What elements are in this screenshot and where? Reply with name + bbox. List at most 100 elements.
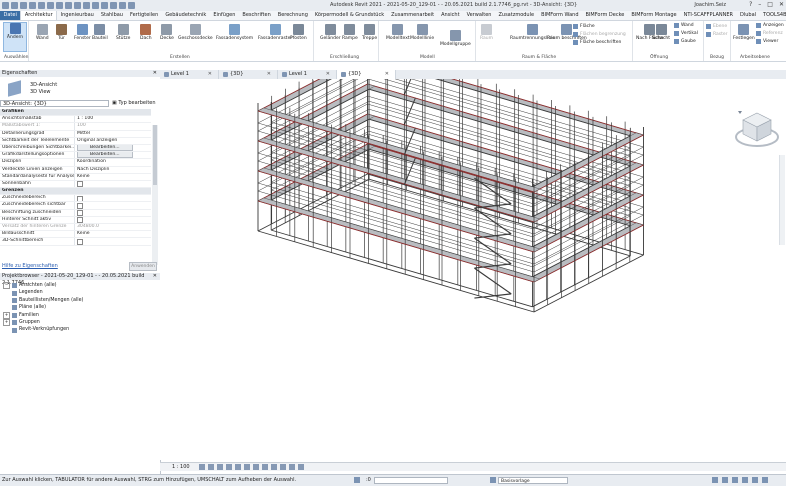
edit-type-button[interactable]: ▣ Typ bearbeiten <box>112 100 156 107</box>
flächen-begrenzung-button[interactable]: Flächen begrenzung <box>573 32 626 37</box>
rampe-button[interactable]: Rampe <box>342 24 358 41</box>
redo-icon[interactable] <box>38 2 45 9</box>
scaffold-ledger[interactable] <box>532 255 631 308</box>
ladder[interactable] <box>403 97 416 125</box>
sun-path-icon[interactable] <box>216 464 223 470</box>
tab-ansicht[interactable]: Ansicht <box>438 11 463 20</box>
drawing-area[interactable] <box>160 46 786 460</box>
instance-filter-select[interactable]: 3D-Ansicht: {3D} <box>0 100 109 107</box>
property-checkbox[interactable] <box>77 238 83 245</box>
design-options-icon[interactable] <box>490 477 496 483</box>
viewer-button[interactable]: Viewer <box>756 39 778 44</box>
browser-item[interactable]: Legenden <box>0 289 160 296</box>
save-icon[interactable] <box>11 2 18 9</box>
fläche-beschriften-button[interactable]: Fläche beschriften <box>573 40 621 45</box>
bauteil-button[interactable]: Bauteil <box>92 24 108 41</box>
wand-button[interactable]: Wand <box>36 24 49 41</box>
view-tab[interactable]: {3D} ✕ <box>219 70 278 79</box>
collapse-icon[interactable]: − <box>3 282 10 290</box>
dach-button[interactable]: Dach <box>140 24 152 41</box>
browser-item[interactable]: + Gruppen <box>0 319 160 327</box>
tab-einfügen[interactable]: Einfügen <box>210 11 239 20</box>
edit-button[interactable]: Bearbeiten... <box>77 144 133 151</box>
scaffold-ledger[interactable] <box>257 200 535 283</box>
browser-item[interactable]: Pläne (alle) <box>0 304 160 311</box>
browser-item[interactable]: − Ansichten (alle) <box>0 282 160 290</box>
properties-scrollbar[interactable] <box>152 125 158 265</box>
property-value[interactable] <box>74 216 151 223</box>
tab-nti-scaffplanner[interactable]: NTI-SCAFFPLANNER <box>680 11 736 20</box>
scaffold-3d-model[interactable] <box>160 46 786 460</box>
anzeigen-button[interactable]: Anzeigen <box>756 23 784 28</box>
thin-lines-icon[interactable] <box>110 2 117 9</box>
property-value[interactable]: 100 <box>74 123 151 130</box>
decke-button[interactable]: Decke <box>160 24 174 41</box>
property-value[interactable]: 1 : 100 <box>74 116 151 123</box>
lock-view-icon[interactable] <box>261 464 268 470</box>
select-links-icon[interactable] <box>712 477 718 483</box>
property-value[interactable] <box>74 238 151 245</box>
tag-icon[interactable] <box>74 2 81 9</box>
fassadenraster-button[interactable]: Fassadenraster <box>258 24 292 41</box>
analytical-model-icon[interactable] <box>297 464 304 470</box>
edit-button[interactable]: Bearbeiten... <box>77 152 133 159</box>
property-section[interactable]: Grenzen <box>0 188 151 196</box>
modelllinie-button[interactable]: Modelllinie <box>410 24 434 41</box>
property-value[interactable]: 304800.0 <box>74 224 151 231</box>
detail-level-icon[interactable] <box>198 464 205 470</box>
show-crop-icon[interactable] <box>252 464 259 470</box>
print-icon[interactable] <box>47 2 54 9</box>
close-icon[interactable]: ✕ <box>267 70 271 79</box>
stütze-button[interactable]: Stütze <box>116 24 130 41</box>
open-icon[interactable] <box>2 2 9 9</box>
geschossdecke-button[interactable]: Geschossdecke <box>178 24 213 41</box>
tab-stahlbau[interactable]: Stahlbau <box>97 11 126 20</box>
property-value[interactable]: Bearbeiten... <box>74 144 151 152</box>
tab-verwalten[interactable]: Verwalten <box>463 11 495 20</box>
tab-fertigteilen[interactable]: Fertigteilen <box>126 11 161 20</box>
property-checkbox[interactable] <box>77 195 83 202</box>
dimension-icon[interactable] <box>65 2 72 9</box>
hide-isolate-icon[interactable] <box>270 464 277 470</box>
measure-icon[interactable] <box>56 2 63 9</box>
property-value[interactable]: Nach Disziplin <box>74 166 151 173</box>
tab-dlubal[interactable]: Dlubal <box>737 11 760 20</box>
select-underlay-icon[interactable] <box>722 477 728 483</box>
browser-item[interactable]: Revit-Verknüpfungen <box>0 326 160 333</box>
scaffold-deck[interactable] <box>526 222 645 283</box>
property-checkbox[interactable] <box>77 202 83 209</box>
property-value[interactable]: Original anzeigen <box>74 137 151 144</box>
treppe-button[interactable]: Treppe <box>362 24 377 41</box>
help-icon[interactable]: ? <box>749 1 752 8</box>
property-checkbox[interactable] <box>77 181 83 188</box>
maximize-icon[interactable]: □ <box>767 1 773 8</box>
property-value[interactable]: Keine <box>74 173 151 180</box>
undo-icon[interactable] <box>29 2 36 9</box>
property-checkbox[interactable] <box>77 217 83 223</box>
fassadensystem-button[interactable]: Fassadensystem <box>216 24 253 41</box>
property-value[interactable]: Bearbeiten... <box>74 152 151 159</box>
tab-bimform-decke[interactable]: BIMForm Decke <box>582 11 628 20</box>
design-option-select[interactable]: Basisvorlage <box>498 477 568 484</box>
filter-icon[interactable] <box>762 477 768 483</box>
drag-elements-icon[interactable] <box>752 477 758 483</box>
pfosten-button[interactable]: Pfosten <box>290 24 307 41</box>
modify-button[interactable]: Ändern <box>3 22 27 52</box>
close-icon[interactable]: ✕ <box>153 70 157 77</box>
reveal-hidden-icon[interactable] <box>279 464 286 470</box>
fenster-button[interactable]: Fenster <box>74 24 91 41</box>
raster-button[interactable]: Raster <box>706 32 728 37</box>
tab-bimform-montage[interactable]: BIMForm Montage <box>628 11 680 20</box>
schacht-button[interactable]: Schacht <box>652 24 670 41</box>
modellgruppe-button[interactable]: Modellgruppe <box>440 30 471 47</box>
tab-zusatzmodule[interactable]: Zusatzmodule <box>495 11 538 20</box>
3d-view-icon[interactable] <box>92 2 99 9</box>
modelltext-button[interactable]: Modelltext <box>386 24 410 41</box>
tab-berechnung[interactable]: Berechnung <box>274 11 311 20</box>
property-value[interactable]: Koordination <box>74 159 151 166</box>
close-icon[interactable]: ✕ <box>208 70 212 79</box>
browser-item[interactable]: + Familien <box>0 311 160 319</box>
tab-zusammenarbeit[interactable]: Zusammenarbeit <box>388 11 438 20</box>
property-checkbox[interactable] <box>77 210 83 216</box>
property-value[interactable] <box>74 202 151 209</box>
